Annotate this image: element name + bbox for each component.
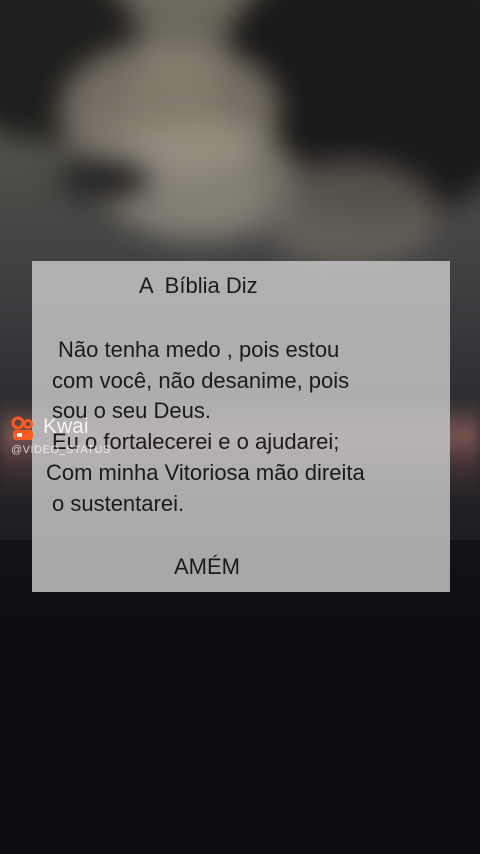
small-dark-cloud [60,160,150,200]
verse-line: Não tenha medo , pois estou [58,337,340,362]
kwai-logo-icon [11,416,33,440]
haze-cloud [260,160,440,270]
kwai-watermark: Kwai @VIDEO_STATUS [10,412,150,462]
verse-line: Com minha Vitoriosa mão direita [46,460,365,485]
kwai-handle-label: @VIDEO_STATUS [11,444,111,456]
verse-line: com você, não desanime, pois [52,368,350,393]
kwai-brand-label: Kwai [43,415,89,438]
verse-closing: AMÉM [174,554,240,579]
verse-line: o sustentarei. [52,491,185,516]
verse-title: A Bíblia Diz [139,273,258,298]
